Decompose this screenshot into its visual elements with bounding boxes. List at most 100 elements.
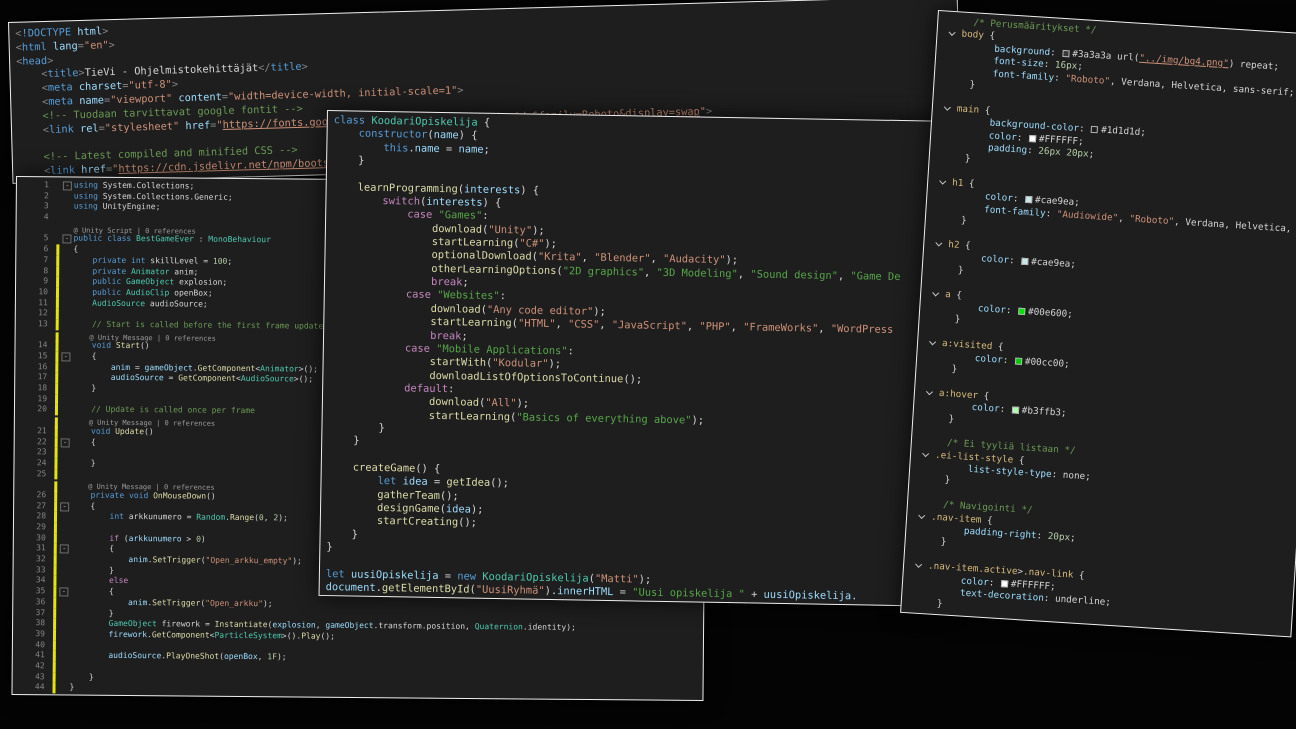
line-number[interactable]: 24 (24, 458, 54, 469)
line-number[interactable]: 19 (25, 394, 55, 405)
line-number[interactable]: 17 (25, 372, 55, 383)
fold-chevron-column[interactable] (947, 40, 961, 41)
line-number[interactable]: 4 (27, 212, 57, 223)
fold-chevron-column[interactable] (920, 473, 934, 474)
fold-column[interactable]: - (58, 501, 71, 512)
fold-chevron-column[interactable] (916, 535, 930, 536)
fold-chevron-column[interactable] (941, 139, 955, 140)
fold-chevron-column[interactable] (925, 399, 939, 400)
fold-chevron-column[interactable] (942, 102, 957, 115)
fold-chevron-column[interactable] (921, 461, 935, 462)
fold-column[interactable]: - (61, 180, 74, 191)
line-number[interactable]: 30 (24, 533, 54, 544)
fold-chevron-column[interactable] (946, 53, 960, 54)
fold-chevron-column[interactable] (936, 214, 950, 215)
fold-chevron-column[interactable] (913, 585, 927, 586)
chevron-down-icon[interactable] (926, 388, 933, 395)
fold-chevron-column[interactable] (928, 337, 943, 350)
fold-chevron-column[interactable] (949, 16, 963, 17)
fold-column[interactable]: - (58, 544, 71, 555)
line-number[interactable]: 21 (25, 426, 55, 437)
fold-chevron-column[interactable] (947, 28, 962, 41)
fold-marker-icon[interactable]: - (61, 438, 70, 447)
line-number[interactable]: 37 (23, 608, 53, 619)
chevron-down-icon[interactable] (935, 240, 942, 247)
line-number[interactable]: 13 (26, 319, 56, 330)
chevron-down-icon[interactable] (932, 289, 939, 296)
line-number[interactable]: 10 (26, 287, 56, 298)
line-number[interactable]: 11 (26, 298, 56, 309)
fold-marker-icon[interactable]: - (59, 588, 68, 597)
line-number[interactable]: 31 (24, 543, 54, 554)
fold-column[interactable]: - (59, 351, 72, 362)
fold-chevron-column[interactable] (919, 486, 933, 487)
fold-marker-icon[interactable]: - (61, 352, 70, 361)
line-number[interactable]: 16 (25, 362, 55, 373)
fold-chevron-column[interactable] (930, 312, 944, 313)
line-number[interactable]: 14 (25, 340, 55, 351)
fold-chevron-column[interactable] (933, 263, 947, 264)
line-number[interactable]: 29 (24, 522, 54, 533)
chevron-down-icon[interactable] (922, 450, 929, 457)
color-swatch[interactable] (1018, 308, 1025, 315)
color-swatch[interactable] (1015, 357, 1022, 364)
line-number[interactable]: 43 (23, 672, 53, 683)
fold-chevron-column[interactable] (931, 300, 945, 301)
fold-chevron-column[interactable] (944, 90, 958, 91)
line-number[interactable]: 25 (24, 469, 54, 480)
fold-chevron-column[interactable] (937, 201, 951, 202)
fold-chevron-column[interactable] (934, 238, 949, 251)
fold-chevron-column[interactable] (915, 547, 929, 548)
fold-chevron-column[interactable] (931, 288, 946, 301)
line-number[interactable]: 3 (27, 201, 57, 212)
fold-chevron-column[interactable] (925, 387, 940, 400)
color-swatch[interactable] (1091, 126, 1098, 133)
fold-chevron-column[interactable] (918, 498, 932, 499)
line-number[interactable]: 2 (27, 191, 57, 202)
line-number[interactable]: 23 (25, 447, 55, 458)
line-number[interactable]: 39 (23, 629, 53, 640)
line-number[interactable]: 20 (25, 405, 55, 416)
fold-marker-icon[interactable]: - (62, 235, 71, 244)
fold-chevron-column[interactable] (934, 251, 948, 252)
chevron-down-icon[interactable] (944, 103, 951, 110)
fold-marker-icon[interactable]: - (63, 181, 72, 190)
color-swatch[interactable] (1062, 50, 1069, 57)
fold-chevron-column[interactable] (932, 275, 946, 276)
fold-column[interactable]: - (59, 437, 72, 448)
fold-marker-icon[interactable]: - (60, 502, 69, 511)
chevron-down-icon[interactable] (939, 178, 946, 185)
line-number[interactable]: 35 (23, 586, 53, 597)
fold-column[interactable]: - (60, 234, 73, 245)
fold-chevron-column[interactable] (921, 448, 936, 461)
fold-chevron-column[interactable] (938, 189, 952, 190)
fold-chevron-column[interactable] (940, 152, 954, 153)
fold-chevron-column[interactable] (945, 78, 959, 79)
css-code-panel[interactable]: /* Perusmääritykset */body { background:… (900, 10, 1296, 637)
fold-chevron-column[interactable] (935, 226, 949, 227)
line-number[interactable]: 7 (26, 255, 56, 266)
chevron-down-icon[interactable] (949, 29, 956, 36)
color-swatch[interactable] (1021, 258, 1028, 265)
fold-chevron-column[interactable] (922, 436, 936, 437)
chevron-down-icon[interactable] (915, 561, 922, 568)
line-number[interactable]: 18 (25, 383, 55, 394)
color-swatch[interactable] (1001, 580, 1008, 587)
line-number[interactable]: 40 (23, 640, 53, 651)
fold-chevron-column[interactable] (938, 176, 953, 189)
line-number[interactable]: 22 (25, 437, 55, 448)
fold-chevron-column[interactable] (929, 325, 943, 326)
line-number[interactable]: 8 (26, 266, 56, 277)
color-swatch[interactable] (1029, 134, 1036, 141)
fold-chevron-column[interactable] (923, 424, 937, 425)
line-number[interactable]: 6 (26, 244, 56, 255)
color-swatch[interactable] (1025, 196, 1032, 203)
javascript-code-panel[interactable]: class KoodariOpiskelija { constructor(na… (319, 110, 963, 607)
line-number[interactable]: 12 (26, 308, 56, 319)
line-number[interactable]: 38 (23, 618, 53, 629)
line-number[interactable]: 32 (24, 554, 54, 565)
fold-chevron-column[interactable] (926, 374, 940, 375)
line-number[interactable]: 1 (27, 180, 57, 191)
fold-chevron-column[interactable] (917, 510, 932, 523)
fold-column[interactable]: - (57, 587, 70, 598)
